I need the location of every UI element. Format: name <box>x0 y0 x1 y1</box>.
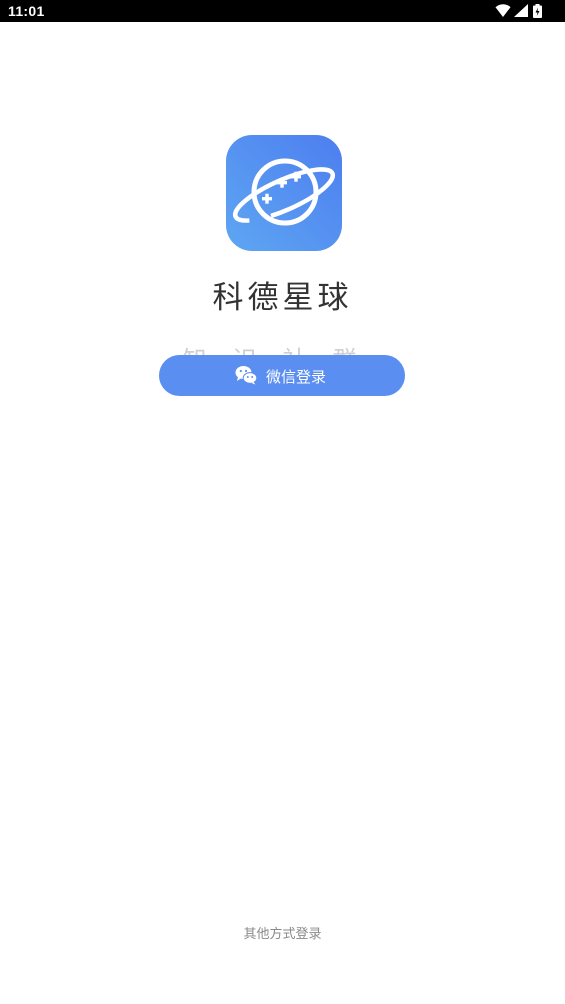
wechat-login-label: 微信登录 <box>266 368 327 386</box>
planet-gamepad-logo-icon <box>226 135 342 251</box>
wechat-login-button[interactable]: 微信登录 <box>159 355 405 396</box>
status-time: 11:01 <box>8 3 45 19</box>
wechat-icon <box>235 366 257 385</box>
other-login-methods-link[interactable]: 其他方式登录 <box>0 923 565 942</box>
signal-icon <box>514 4 528 17</box>
battery-icon <box>533 4 542 18</box>
wifi-icon <box>495 4 511 17</box>
status-bar: 11:01 <box>0 0 565 22</box>
app-name: 科德星球 <box>212 280 353 316</box>
